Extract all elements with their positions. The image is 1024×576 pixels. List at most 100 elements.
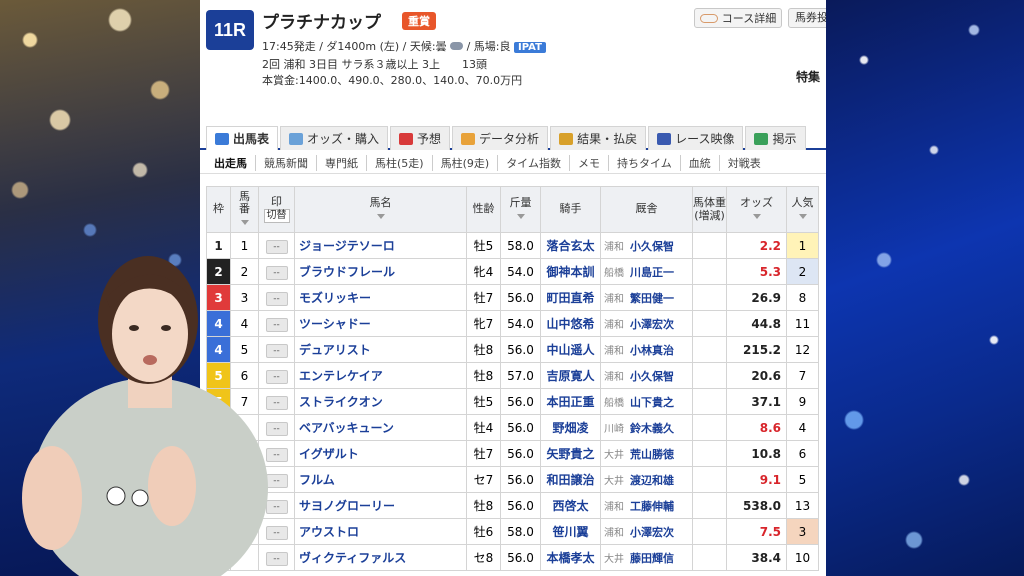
horse-name-link[interactable]: ストライクオン bbox=[294, 388, 467, 415]
jockey-link[interactable]: 吉原寛人 bbox=[540, 362, 601, 389]
jockey-link[interactable]: 本橋孝太 bbox=[540, 544, 601, 571]
horse-name-link[interactable]: ジョージテソーロ bbox=[294, 232, 467, 259]
tab-table[interactable]: 出馬表 bbox=[206, 126, 279, 150]
special-feature-link[interactable]: 特集 bbox=[796, 68, 820, 85]
sort-icon bbox=[376, 213, 385, 219]
tab-label: 出馬表 bbox=[233, 132, 270, 146]
trainer-name-link[interactable]: 小澤宏次 bbox=[630, 526, 674, 539]
table-row[interactable]: -- イグザルト 牡7 56.0 矢野貴之 大井 荒山勝徳 10.8 6 bbox=[206, 440, 819, 467]
swap-button[interactable]: 切替 bbox=[263, 209, 290, 223]
table-row[interactable]: -- フルム セ7 56.0 和田譲治 大井 渡辺和雄 9.1 5 bbox=[206, 466, 819, 493]
tab-label: オッズ・購入 bbox=[307, 132, 380, 146]
header-odds[interactable]: オッズ bbox=[726, 186, 787, 233]
tab-coins[interactable]: 結果・払戻 bbox=[550, 126, 647, 150]
horse-name-link[interactable]: フルム bbox=[294, 466, 467, 493]
jockey-link[interactable]: 中山遥人 bbox=[540, 336, 601, 363]
trainer-name-link[interactable]: 川島正一 bbox=[630, 266, 674, 279]
horse-name-link[interactable]: サヨノグローリー bbox=[294, 492, 467, 519]
table-row[interactable]: 2 2 -- ブラウドフレール 牝4 54.0 御神本訓 船橋 川島正一 5.3 2 bbox=[206, 258, 819, 285]
tab-chart[interactable]: データ分析 bbox=[452, 126, 549, 150]
course-detail-button[interactable]: コース詳細 bbox=[694, 8, 782, 28]
body-weight bbox=[692, 232, 727, 259]
trainer-cell: 大井 渡辺和雄 bbox=[600, 466, 693, 493]
table-row[interactable]: -- ヴィクティファルス セ8 56.0 本橋孝太 大井 藤田輝信 38.4 10 bbox=[206, 544, 819, 571]
header-popularity[interactable]: 人気 bbox=[786, 186, 819, 233]
tab-target[interactable]: 予想 bbox=[390, 126, 451, 150]
table-row[interactable]: 1 1 -- ジョージテソーロ 牡5 58.0 落合玄太 浦和 小久保智 2.2 1 bbox=[206, 232, 819, 259]
jockey-link[interactable]: 落合玄太 bbox=[540, 232, 601, 259]
table-row[interactable]: 4 4 -- ツーシャドー 牝7 54.0 山中悠希 浦和 小澤宏次 44.8 11 bbox=[206, 310, 819, 337]
horse-name-link[interactable]: ヴィクティファルス bbox=[294, 544, 467, 571]
table-row[interactable]: -- アウストロ 牡6 58.0 笹川翼 浦和 小澤宏次 7.5 3 bbox=[206, 518, 819, 545]
sex-age: 牝7 bbox=[466, 310, 501, 337]
header-frame[interactable]: 枠 bbox=[206, 186, 231, 233]
bet-button[interactable]: 馬券投 bbox=[788, 8, 826, 28]
trainer-region: 浦和 bbox=[604, 345, 624, 357]
trainer-name-link[interactable]: 小澤宏次 bbox=[630, 318, 674, 331]
table-row[interactable]: 57--ストライクオン牡556.0本田正重船橋山下貴之37.19 bbox=[206, 388, 819, 415]
trainer-name-link[interactable]: 渡辺和雄 bbox=[630, 474, 674, 487]
trainer-name-link[interactable]: 荒山勝徳 bbox=[630, 448, 674, 461]
trainer-name-link[interactable]: 繁田健一 bbox=[630, 292, 674, 305]
subtab-item[interactable]: 専門紙 bbox=[317, 154, 367, 171]
subtab-item[interactable]: 出走馬 bbox=[206, 154, 256, 171]
subtab-item[interactable]: タイム指数 bbox=[498, 154, 570, 171]
trainer-name-link[interactable]: 小林真治 bbox=[630, 344, 674, 357]
subtab-item[interactable]: 持ちタイム bbox=[609, 154, 681, 171]
header-number[interactable]: 馬番 bbox=[230, 186, 259, 233]
tab-video[interactable]: レース映像 bbox=[648, 126, 744, 150]
horse-name-link[interactable]: デュアリスト bbox=[294, 336, 467, 363]
table-row[interactable]: -- ベアバッキューン 牡4 56.0 野畑凌 川崎 鈴木義久 8.6 4 bbox=[206, 414, 819, 441]
subtab-item[interactable]: メモ bbox=[570, 154, 609, 171]
trainer-cell: 浦和 工藤伸輔 bbox=[600, 492, 693, 519]
table-row[interactable]: -- サヨノグローリー 牡8 56.0 西啓太 浦和 工藤伸輔 538.0 13 bbox=[206, 492, 819, 519]
jockey-link[interactable]: 西啓太 bbox=[540, 492, 601, 519]
trainer-name-link[interactable]: 小久保智 bbox=[630, 370, 674, 383]
horse-name-link[interactable]: イグザルト bbox=[294, 440, 467, 467]
horse-name-link[interactable]: エンテレケイア bbox=[294, 362, 467, 389]
trainer-cell: 大井 荒山勝徳 bbox=[600, 440, 693, 467]
jockey-link[interactable]: 本田正重 bbox=[540, 388, 601, 415]
trainer-name-link[interactable]: 鈴木義久 bbox=[630, 422, 674, 435]
sex-age: 牡7 bbox=[466, 440, 501, 467]
trainer-name-link[interactable]: 藤田輝信 bbox=[630, 552, 674, 565]
trainer-name-link[interactable]: 山下貴之 bbox=[630, 396, 674, 409]
header-horse-name[interactable]: 馬名 bbox=[294, 186, 467, 233]
trainer-name-link[interactable]: 小久保智 bbox=[630, 240, 674, 253]
horse-name-link[interactable]: ベアバッキューン bbox=[294, 414, 467, 441]
subtab-item[interactable]: 競馬新聞 bbox=[256, 154, 317, 171]
trainer-name-link[interactable]: 工藤伸輔 bbox=[630, 500, 674, 513]
grade-badge: 重賞 bbox=[402, 12, 436, 30]
race-card-panel: 11R プラチナカップ 重賞 17:45発走 / ダ1400m (左) / 天候… bbox=[200, 0, 826, 576]
table-row[interactable]: 3 3 -- モズリッキー 牡7 56.0 町田直希 浦和 繁田健一 26.9 8 bbox=[206, 284, 819, 311]
horse-name-link[interactable]: ブラウドフレール bbox=[294, 258, 467, 285]
popularity-rank: 1 bbox=[786, 232, 819, 259]
header-body-weight: 馬体重 (増減) bbox=[692, 186, 727, 233]
jockey-link[interactable]: 山中悠希 bbox=[540, 310, 601, 337]
jockey-link[interactable]: 和田譲治 bbox=[540, 466, 601, 493]
subtab-item[interactable]: 馬柱(9走) bbox=[433, 154, 499, 171]
race-class-line: 2回 浦和 3日目 サラ系３歳以上 3上 13頭 bbox=[262, 58, 487, 71]
horse-name-link[interactable]: ツーシャドー bbox=[294, 310, 467, 337]
odds-value: 5.3 bbox=[726, 258, 787, 285]
popularity-rank: 6 bbox=[786, 440, 819, 467]
jockey-link[interactable]: 町田直希 bbox=[540, 284, 601, 311]
tab-odds[interactable]: オッズ・購入 bbox=[280, 126, 389, 150]
jockey-link[interactable]: 笹川翼 bbox=[540, 518, 601, 545]
tab-label: 結果・払戻 bbox=[577, 132, 638, 146]
subtab-item[interactable]: 馬柱(5走) bbox=[367, 154, 433, 171]
ipat-badge[interactable]: IPAT bbox=[514, 42, 546, 53]
table-row[interactable]: 4 5 -- デュアリスト 牡8 56.0 中山遥人 浦和 小林真治 215.2 12 bbox=[206, 336, 819, 363]
jockey-link[interactable]: 野畑凌 bbox=[540, 414, 601, 441]
horse-name-link[interactable]: アウストロ bbox=[294, 518, 467, 545]
table-row[interactable]: 5 6 -- エンテレケイア 牡8 57.0 吉原寛人 浦和 小久保智 20.6 7 bbox=[206, 362, 819, 389]
tab-board[interactable]: 掲示 bbox=[745, 126, 806, 150]
tab-label: 予想 bbox=[417, 132, 442, 146]
jockey-link[interactable]: 御神本訓 bbox=[540, 258, 601, 285]
header-weight[interactable]: 斤量 bbox=[500, 186, 541, 233]
subtab-item[interactable]: 血統 bbox=[681, 154, 720, 171]
subtab-item[interactable]: 対戦表 bbox=[720, 155, 769, 171]
jockey-link[interactable]: 矢野貴之 bbox=[540, 440, 601, 467]
popularity-rank: 12 bbox=[786, 336, 819, 363]
horse-name-link[interactable]: モズリッキー bbox=[294, 284, 467, 311]
